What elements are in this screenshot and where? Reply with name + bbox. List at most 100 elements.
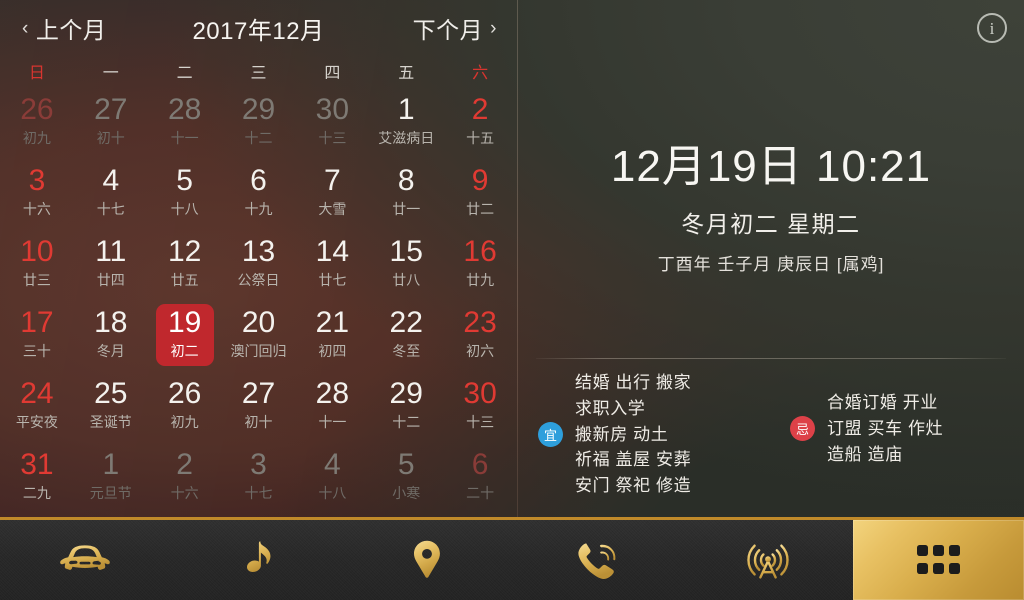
car-icon: [60, 545, 111, 570]
day-sublabel: 澳门回归: [230, 342, 287, 359]
calendar-day-cell[interactable]: 2 十五: [443, 86, 517, 157]
day-sublabel: 廿一: [392, 200, 421, 217]
calendar-day-cell[interactable]: 26 初九: [148, 370, 222, 441]
day-number: 15: [389, 235, 423, 269]
calendar-day-cell[interactable]: 6 十九: [222, 157, 296, 228]
calendar-day-cell[interactable]: 3 十七: [222, 441, 296, 512]
calendar-day-cell[interactable]: 30 十三: [295, 86, 369, 157]
day-sublabel: 十一: [318, 413, 347, 430]
calendar-day-cell[interactable]: 27 初十: [222, 370, 296, 441]
calendar-day-cell[interactable]: 4 十八: [295, 441, 369, 512]
day-number: 29: [389, 377, 423, 411]
yi-line: 祈福 盖屋 安葬: [575, 450, 692, 470]
calendar-day-cell[interactable]: 22 冬至: [369, 299, 443, 370]
calendar-day-cell[interactable]: 4 十七: [74, 157, 148, 228]
calendar-day-cell[interactable]: 30 十三: [443, 370, 517, 441]
radio-tower-icon: [747, 544, 789, 579]
calendar-day-cell[interactable]: 5 十八: [148, 157, 222, 228]
calendar-day-cell[interactable]: 17 三十: [0, 299, 74, 370]
next-month-button[interactable]: 下个月 ›: [413, 11, 497, 45]
dock-button-radio[interactable]: [683, 520, 854, 600]
day-number: 10: [20, 235, 54, 269]
calendar-day-cell[interactable]: 14 廿七: [295, 228, 369, 299]
day-sublabel: 小寒: [392, 484, 421, 501]
calendar-day-cell-selected[interactable]: 19 初二: [148, 299, 222, 370]
calendar-day-cell[interactable]: 16 廿九: [443, 228, 517, 299]
calendar-day-cell[interactable]: 5 小寒: [369, 441, 443, 512]
day-number: 28: [167, 93, 202, 127]
calendar-day-cell[interactable]: 23 初六: [443, 299, 517, 370]
day-sublabel: 平安夜: [15, 413, 58, 430]
weekday-header-row: 日一二三四五六: [0, 56, 517, 86]
calendar-day-cell[interactable]: 29 十二: [222, 86, 296, 157]
day-number: 27: [94, 93, 128, 127]
day-number: 1: [102, 448, 120, 482]
calendar-day-cell[interactable]: 31 二九: [0, 441, 74, 512]
dock-button-apps[interactable]: [853, 520, 1024, 600]
weekday-label: 二: [176, 65, 193, 82]
yi-ji-section: 宜 结婚 出行 搬家 求职入学 搬新房 动土 祈福 盖屋 安葬 安门 祭祀 修造 忌 合…: [518, 368, 1024, 508]
ji-column: 忌 合婚订婚 开业 订盟 买车 作灶 造船 造庙: [790, 390, 943, 467]
day-sublabel: 三十: [22, 342, 51, 359]
calendar-day-cell[interactable]: 7 大雪: [295, 157, 369, 228]
ji-line: 订盟 买车 作灶: [827, 418, 944, 438]
calendar-day-cell[interactable]: 9 廿二: [443, 157, 517, 228]
calendar-day-cell[interactable]: 15 廿八: [369, 228, 443, 299]
ji-line: 造船 造庙: [827, 444, 903, 464]
day-sublabel: 公祭日: [237, 271, 280, 288]
calendar-week-row: 3 十六 4 十七 5 十八 6 十九 7 大雪 8 廿一 9 廿二: [0, 157, 517, 228]
calendar-panel: ‹ 上个月 2017年12月 下个月 › 日一二三四五六 26 初九 27 初十 28 十…: [0, 0, 517, 520]
day-sublabel: 十五: [466, 129, 495, 146]
day-sublabel: 十八: [170, 200, 199, 217]
yi-line: 安门 祭祀 修造: [575, 476, 692, 496]
calendar-day-cell[interactable]: 28 十一: [295, 370, 369, 441]
calendar-day-cell[interactable]: 24 平安夜: [0, 370, 74, 441]
calendar-day-cell[interactable]: 29 十二: [369, 370, 443, 441]
calendar-day-cell[interactable]: 11 廿四: [74, 228, 148, 299]
calendar-day-cell[interactable]: 8 廿一: [369, 157, 443, 228]
detail-separator: [536, 358, 1006, 359]
calendar-day-cell[interactable]: 20 澳门回归: [222, 299, 296, 370]
calendar-day-cell[interactable]: 28 十一: [148, 86, 222, 157]
calendar-day-cell[interactable]: 21 初四: [295, 299, 369, 370]
day-sublabel: 廿二: [466, 200, 495, 217]
calendar-day-cell[interactable]: 18 冬月: [74, 299, 148, 370]
dock-button-phone[interactable]: [512, 520, 683, 600]
day-number: 2: [471, 93, 489, 127]
day-number: 28: [315, 377, 350, 411]
day-number: 29: [241, 93, 276, 127]
day-sublabel: 廿八: [392, 271, 421, 288]
calendar-day-cell[interactable]: 2 十六: [148, 441, 222, 512]
calendar-day-cell[interactable]: 27 初十: [74, 86, 148, 157]
calendar-day-cell[interactable]: 26 初九: [0, 86, 74, 157]
calendar-day-cell[interactable]: 13 公祭日: [222, 228, 296, 299]
chevron-right-icon: ›: [490, 17, 497, 39]
dock-button-car[interactable]: [0, 520, 171, 600]
ji-line: 合婚订婚 开业: [827, 393, 938, 412]
calendar-day-cell[interactable]: 6 二十: [443, 441, 517, 512]
day-number: 24: [20, 377, 54, 411]
weekday-label: 五: [398, 65, 415, 82]
calendar-day-cell[interactable]: 1 艾滋病日: [369, 86, 443, 157]
weekday-label: 日: [28, 65, 45, 82]
day-sublabel: 初二: [170, 342, 199, 359]
dock-button-music[interactable]: [171, 520, 342, 600]
day-sublabel: 十九: [244, 200, 273, 217]
day-number: 13: [241, 235, 276, 269]
day-number: 23: [463, 306, 497, 340]
day-sublabel: 十八: [318, 484, 347, 501]
day-sublabel: 十二: [244, 129, 273, 146]
calendar-day-cell[interactable]: 1 元旦节: [74, 441, 148, 512]
calendar-day-cell[interactable]: 10 廿三: [0, 228, 74, 299]
day-sublabel: 初四: [318, 342, 347, 359]
day-number: 5: [176, 164, 193, 198]
dock-button-navigation[interactable]: [341, 520, 512, 600]
app-grid-icon: [916, 545, 960, 574]
calendar-day-cell[interactable]: 3 十六: [0, 157, 74, 228]
day-number: 21: [315, 306, 350, 340]
calendar-day-cell[interactable]: 25 圣诞节: [74, 370, 148, 441]
day-number: 9: [471, 164, 489, 198]
day-sublabel: 十六: [170, 484, 199, 501]
day-number: 7: [324, 164, 341, 198]
calendar-day-cell[interactable]: 12 廿五: [148, 228, 222, 299]
